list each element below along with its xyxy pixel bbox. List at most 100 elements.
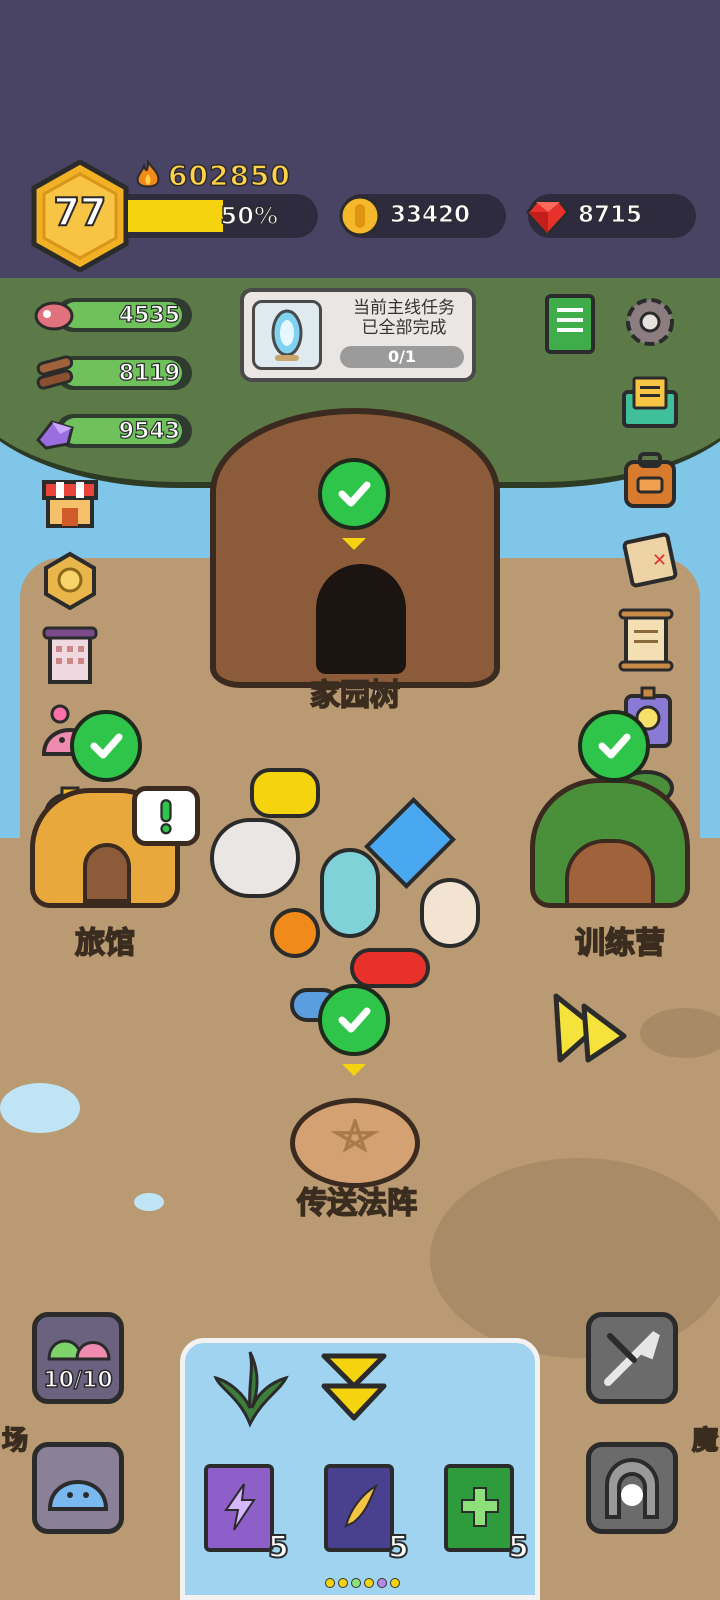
hero-crown	[250, 768, 320, 818]
ruby-gem-icon	[526, 200, 570, 237]
inn-label: 旅馆	[74, 925, 136, 962]
blue-slime-icon	[47, 1480, 109, 1511]
teleport-circle-label: 传送法阵	[296, 1185, 418, 1222]
quest-status: 当前主线任务 已全部完成	[334, 298, 474, 338]
training-camp-check-badge[interactable]	[578, 710, 650, 782]
blue-slime-button[interactable]	[32, 1442, 124, 1534]
training-camp-label: 训练营	[574, 925, 666, 962]
quest-status-line1: 当前主线任务	[353, 298, 455, 318]
top-hud: 77 602850 50% 33420 8715	[0, 0, 720, 278]
crossed-swords-icon	[604, 1331, 660, 1386]
inn-alert-bubble[interactable]	[132, 786, 200, 846]
slime-counter-value: 10/10	[43, 1367, 114, 1394]
teleport-pointer-icon	[342, 1064, 366, 1076]
backpack-icon	[624, 452, 676, 508]
shop-stall-icon	[42, 480, 98, 528]
teleport-circle-pad[interactable]	[290, 1098, 420, 1188]
hero-pink-cat	[420, 878, 480, 948]
bag-button[interactable]	[618, 448, 682, 512]
flame-icon	[136, 160, 160, 188]
lightning-book-count: 5	[267, 1529, 290, 1566]
coin-value: 33420	[389, 202, 471, 229]
xp-bar: 50%	[128, 194, 318, 238]
training-camp-building[interactable]	[530, 778, 690, 908]
svg-text:✕: ✕	[652, 550, 667, 571]
skill-book-wing[interactable]	[324, 1464, 394, 1552]
dirt-patch	[640, 1008, 720, 1058]
gear-icon	[626, 298, 674, 346]
page-dot	[325, 1578, 335, 1588]
treasure-map-button[interactable]: ✕	[618, 528, 682, 592]
mail-button[interactable]	[618, 370, 682, 434]
rank-badge-button[interactable]	[38, 548, 102, 612]
home-scene: 当前主线任务 已全部完成 0/1 4535 8119 9543 ✕ 家园树 旅馆…	[0, 278, 720, 1600]
page-indicator	[325, 1578, 400, 1588]
left-edge-label: 场	[1, 1425, 29, 1457]
wood-counter[interactable]: 8119	[36, 355, 192, 390]
meat-counter[interactable]: 4535	[34, 298, 192, 332]
power-value: 602850	[167, 158, 291, 193]
tree-hole	[316, 564, 406, 674]
inn-check-badge[interactable]	[70, 710, 142, 782]
inn-door	[83, 843, 131, 903]
green-book-icon	[545, 294, 595, 354]
calendar-scroll-icon	[42, 626, 98, 684]
calendar-button[interactable]	[38, 624, 102, 688]
coin-icon	[339, 195, 381, 237]
wing-icon	[344, 1483, 379, 1528]
home-tree-label: 家园树	[309, 677, 401, 714]
coin-counter[interactable]: 33420	[339, 194, 506, 238]
crystal-counter[interactable]: 9543	[36, 414, 192, 450]
hero-red-cart	[350, 948, 430, 988]
training-camp-door	[565, 839, 655, 907]
skill-book-lightning[interactable]	[204, 1464, 274, 1552]
gem-counter[interactable]: 8715	[526, 194, 696, 238]
checkmark-icon	[598, 733, 631, 759]
page-dot	[351, 1578, 361, 1588]
map-scroll-icon: ✕	[622, 532, 678, 588]
slimes-icon	[47, 1339, 111, 1361]
portal-gate-button[interactable]	[586, 1442, 678, 1534]
player-level: 77	[53, 189, 108, 235]
battle-button[interactable]	[586, 1312, 678, 1404]
fast-forward-icon[interactable]	[550, 988, 630, 1068]
cross-icon	[461, 1487, 499, 1527]
gem-value: 8715	[577, 202, 643, 229]
water-puddle	[0, 1083, 80, 1133]
lightning-icon	[224, 1483, 256, 1531]
heal-book-count: 5	[507, 1529, 530, 1566]
main-quest-card[interactable]: 当前主线任务 已全部完成 0/1	[240, 288, 476, 382]
hero-fire-orb	[270, 908, 320, 958]
envelope-icon	[622, 376, 678, 428]
combat-power: 602850	[134, 158, 291, 192]
hero-knight	[210, 818, 300, 898]
wood-value: 8119	[118, 360, 180, 386]
wing-book-count: 5	[387, 1529, 410, 1566]
quest-scroll-button[interactable]	[614, 608, 678, 672]
checkmark-icon	[338, 481, 371, 507]
quest-progress: 0/1	[340, 346, 464, 368]
stone-portal-icon	[605, 1458, 659, 1519]
meat-value: 4535	[118, 302, 180, 328]
plant-decoration-icon	[213, 1351, 289, 1428]
portal-mirror-icon	[252, 300, 322, 370]
star-rune-icon	[330, 1119, 380, 1153]
water-puddle	[134, 1193, 164, 1211]
skill-book-heal[interactable]	[444, 1464, 514, 1552]
settings-button[interactable]	[618, 290, 682, 354]
collapse-chevron-icon[interactable]	[318, 1352, 390, 1424]
page-dot	[390, 1578, 400, 1588]
teleport-check-badge[interactable]	[318, 984, 390, 1056]
right-edge-label: 魔	[691, 1425, 719, 1457]
journal-book-button[interactable]	[538, 292, 602, 356]
page-dot	[338, 1578, 348, 1588]
slime-counter-button[interactable]: 10/10	[32, 1312, 124, 1404]
page-dot	[364, 1578, 374, 1588]
checkmark-icon	[338, 1007, 371, 1033]
laurel-badge-icon	[44, 551, 96, 610]
exclamation-icon	[160, 799, 172, 835]
home-tree-check-badge[interactable]	[318, 458, 390, 530]
page-dot	[377, 1578, 387, 1588]
shop-button[interactable]	[38, 470, 102, 534]
crystal-value: 9543	[118, 418, 180, 444]
